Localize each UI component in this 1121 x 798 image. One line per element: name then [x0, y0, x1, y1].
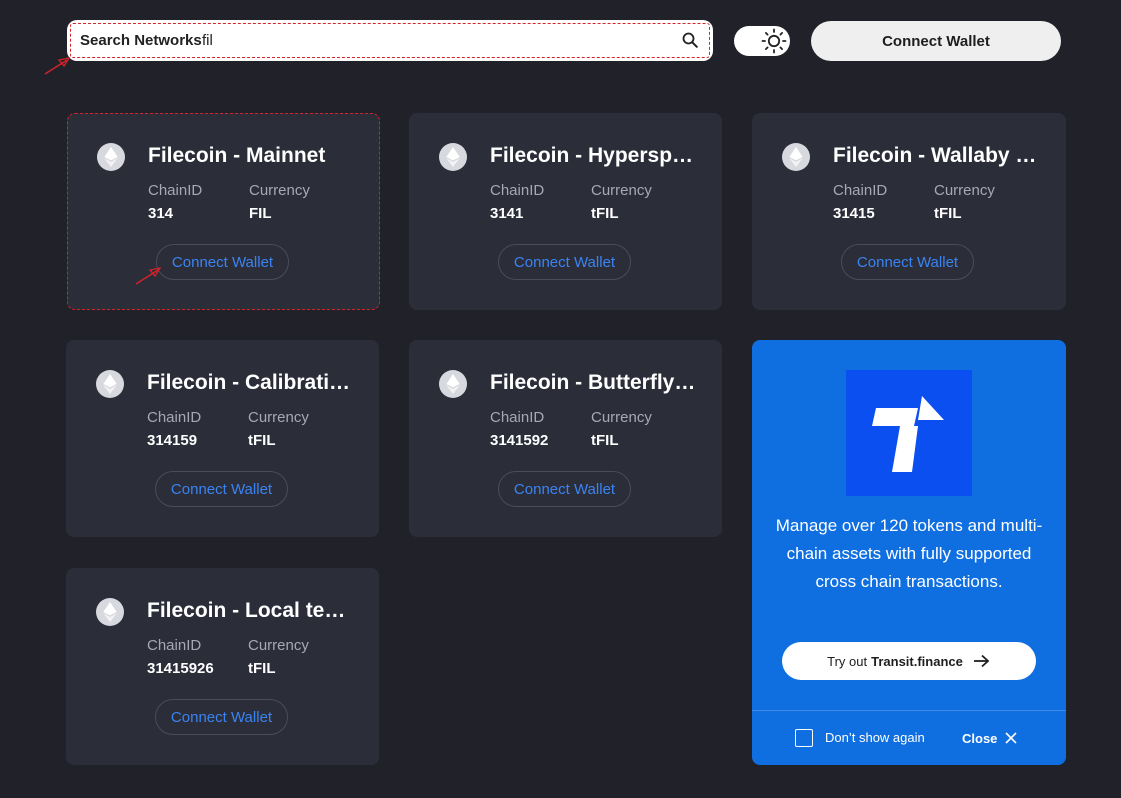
chain-id-value: 3141592	[490, 432, 549, 449]
chain-id-label: ChainID	[490, 409, 545, 426]
transit-logo	[846, 370, 972, 496]
chain-id-label: ChainID	[147, 409, 202, 426]
currency-label: Currency	[248, 637, 309, 654]
network-name: Filecoin - Butterfly testnet	[490, 371, 700, 394]
chain-id-label: ChainID	[490, 182, 545, 199]
currency-value: tFIL	[248, 432, 276, 449]
dont-show-again-label[interactable]: Don’t show again	[825, 730, 925, 745]
currency-label: Currency	[591, 182, 652, 199]
network-card[interactable]: Filecoin - Local testnet ChainID Currenc…	[66, 568, 379, 765]
chain-id-value: 31415926	[147, 660, 214, 677]
currency-label: Currency	[249, 182, 310, 199]
search-label: Search Networks	[80, 32, 202, 49]
annotation-arrow-icon	[44, 57, 71, 75]
chain-id-label: ChainID	[148, 182, 203, 199]
currency-value: tFIL	[934, 205, 962, 222]
close-icon	[1005, 732, 1017, 744]
chain-id-label: ChainID	[147, 637, 202, 654]
chain-id-value: 31415	[833, 205, 875, 222]
dont-show-again-checkbox[interactable]	[795, 729, 813, 747]
search-input[interactable]	[202, 29, 662, 51]
try-transit-button[interactable]: Try out Transit.finance	[782, 642, 1036, 680]
theme-toggle[interactable]	[734, 26, 790, 56]
card-connect-wallet-button[interactable]: Connect Wallet	[841, 244, 974, 280]
currency-value: tFIL	[248, 660, 276, 677]
ethereum-icon	[97, 143, 125, 171]
network-card[interactable]: Filecoin - Calibration testnet ChainID C…	[66, 340, 379, 537]
close-label: Close	[962, 730, 998, 746]
search-bar[interactable]: Search Networks	[67, 20, 713, 61]
cta-brand: Transit.finance	[871, 653, 963, 669]
cta-prefix: Try out	[827, 653, 868, 669]
ethereum-icon	[96, 370, 124, 398]
chain-id-label: ChainID	[833, 182, 888, 199]
transit-promo-card: Manage over 120 tokens and multi-chain a…	[752, 340, 1066, 765]
ethereum-icon	[96, 598, 124, 626]
card-connect-wallet-button[interactable]: Connect Wallet	[498, 471, 631, 507]
network-name: Filecoin - Calibration testnet	[147, 371, 357, 394]
network-name: Filecoin - Wallaby testnet	[833, 144, 1043, 167]
chain-id-value: 314159	[147, 432, 198, 449]
currency-value: tFIL	[591, 432, 619, 449]
card-connect-wallet-button[interactable]: Connect Wallet	[155, 471, 288, 507]
search-icon[interactable]	[682, 32, 698, 48]
connect-wallet-button[interactable]: Connect Wallet	[811, 21, 1061, 61]
ethereum-icon	[439, 370, 467, 398]
card-connect-wallet-button[interactable]: Connect Wallet	[156, 244, 289, 280]
currency-label: Currency	[591, 409, 652, 426]
close-promo-button[interactable]: Close	[962, 728, 1017, 748]
ethereum-icon	[782, 143, 810, 171]
promo-text: Manage over 120 tokens and multi-chain a…	[775, 516, 1043, 591]
network-card[interactable]: Filecoin - Butterfly testnet ChainID Cur…	[409, 340, 722, 537]
currency-value: tFIL	[591, 205, 619, 222]
network-name: Filecoin - Local testnet	[147, 599, 357, 622]
arrow-right-icon	[973, 654, 990, 668]
network-card[interactable]: Filecoin - Mainnet ChainID Currency 314 …	[67, 113, 380, 310]
network-card[interactable]: Filecoin - Hyperspace testnet ChainID Cu…	[409, 113, 722, 310]
network-name: Filecoin - Mainnet	[148, 144, 326, 167]
chain-id-value: 314	[148, 205, 174, 222]
currency-label: Currency	[934, 182, 995, 199]
currency-value: FIL	[249, 205, 272, 222]
chain-id-value: 3141	[490, 205, 524, 222]
card-connect-wallet-button[interactable]: Connect Wallet	[498, 244, 631, 280]
ethereum-icon	[439, 143, 467, 171]
divider	[752, 710, 1066, 711]
sun-icon	[761, 28, 787, 54]
currency-label: Currency	[248, 409, 309, 426]
network-name: Filecoin - Hyperspace testnet	[490, 144, 700, 167]
card-connect-wallet-button[interactable]: Connect Wallet	[155, 699, 288, 735]
network-card[interactable]: Filecoin - Wallaby testnet ChainID Curre…	[752, 113, 1066, 310]
